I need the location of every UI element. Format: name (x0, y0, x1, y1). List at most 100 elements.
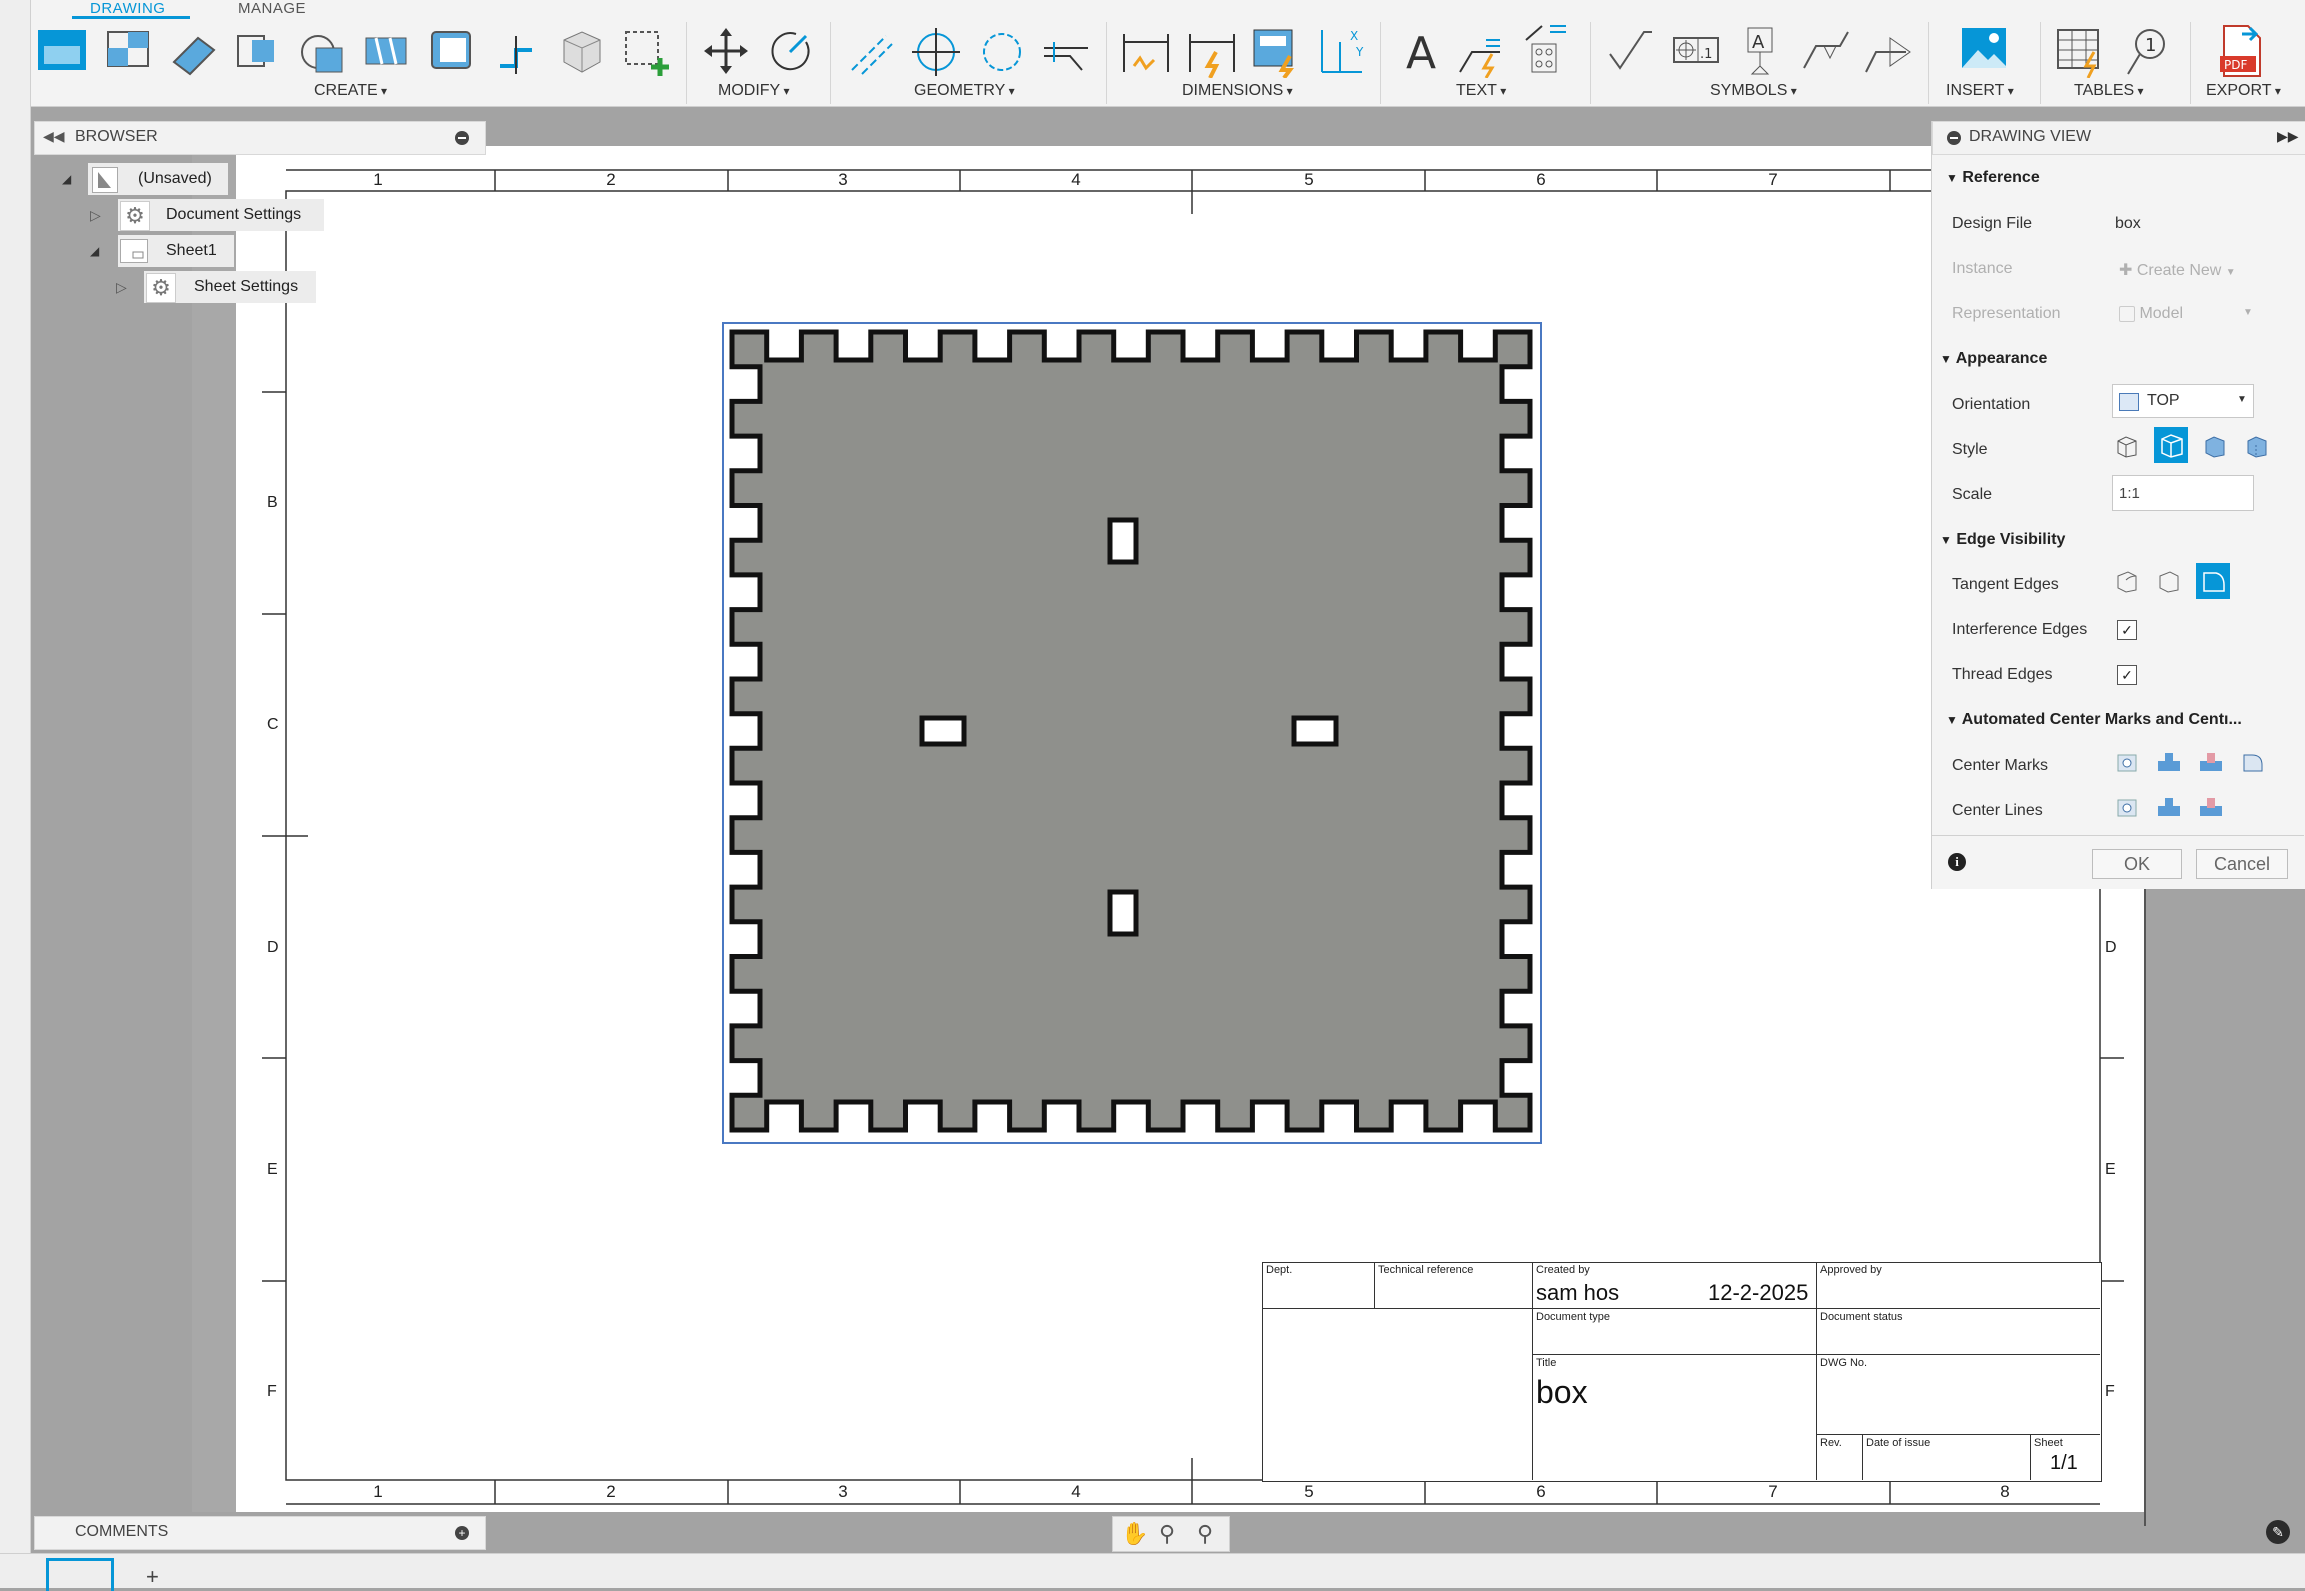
design-file-value: box (2115, 215, 2141, 232)
collapse-left-icon[interactable]: ◀◀ (43, 128, 65, 145)
drawing-view-title: DRAWING VIEW (1969, 128, 2092, 145)
expand-icon[interactable]: ◢ (90, 244, 99, 258)
ok-button[interactable]: OK (2092, 849, 2182, 879)
chevron-down-icon: ▼ (1940, 352, 1952, 366)
shaded-hidden-icon[interactable] (2242, 431, 2272, 461)
column-number: 3 (838, 1482, 848, 1501)
sheet-value: 1/1 (2050, 1452, 2078, 1474)
cancel-button[interactable]: Cancel (2196, 849, 2288, 879)
sheet-icon (120, 239, 148, 263)
center-mark-hole-icon[interactable] (2112, 747, 2142, 777)
doc-type-label: Document type (1536, 1311, 1610, 1323)
center-mark-cylinder-icon[interactable] (2154, 747, 2184, 777)
orientation-label: Orientation (1952, 396, 2031, 413)
doc-status-label: Document status (1820, 1311, 1903, 1323)
tangent-full-icon[interactable] (2196, 563, 2230, 599)
row-letter: E (267, 1161, 278, 1178)
date-of-issue-label: Date of issue (1866, 1437, 1931, 1449)
row-letter: C (267, 716, 279, 733)
box-panel-view[interactable] (722, 322, 1542, 1144)
section-title: Edge Visibility (1956, 531, 2066, 548)
panel-options-icon[interactable] (455, 131, 469, 145)
drawing-view-header[interactable]: DRAWING VIEW ▶▶ (1932, 121, 2305, 155)
center-mark-thread-icon[interactable] (2196, 747, 2226, 777)
add-comment-icon[interactable]: + (455, 1526, 469, 1540)
column-number: 5 (1304, 1482, 1314, 1501)
expand-right-icon[interactable]: ▶▶ (2277, 128, 2299, 145)
comments-title: COMMENTS (75, 1523, 169, 1540)
chevron-down-icon: ▼ (1940, 533, 1952, 547)
shaded-icon[interactable] (2200, 431, 2230, 461)
row-letter: B (267, 494, 278, 511)
tree-item-label: (Unsaved) (138, 170, 212, 187)
created-date: 12-2-2025 (1708, 1280, 1809, 1305)
created-by-label: Created by (1536, 1264, 1590, 1276)
section-edge-visibility[interactable]: ▼ Edge Visibility (1940, 531, 2065, 549)
zoom-window-icon[interactable]: ⚲ (1197, 1521, 1213, 1547)
zoom-icon[interactable]: ⚲ (1159, 1521, 1175, 1547)
section-title: Reference (1962, 169, 2040, 186)
document-icon (92, 167, 118, 193)
column-number: 7 (1768, 170, 1778, 189)
center-line-thread-icon[interactable] (2196, 792, 2226, 822)
title-block (1262, 1262, 2102, 1482)
visible-hidden-edges-icon[interactable] (2154, 427, 2188, 463)
model-icon (2119, 305, 2135, 322)
chevron-down-icon: ▼ (1946, 713, 1958, 727)
tangent-partial-icon[interactable] (2154, 566, 2184, 596)
column-number: 1 (373, 1482, 383, 1501)
pan-icon[interactable]: ✋ (1121, 1521, 1148, 1547)
expand-icon[interactable]: ◢ (62, 172, 71, 186)
title-block-line (1532, 1262, 1533, 1480)
title-block-line (1816, 1434, 2100, 1435)
created-by-value: sam hos (1536, 1280, 1620, 1305)
tree-item-sheet1[interactable]: Sheet1 (118, 235, 234, 267)
chevron-down-icon: ▼ (1946, 171, 1958, 185)
center-line-cylinder-icon[interactable] (2154, 792, 2184, 822)
slot-right (1291, 715, 1339, 747)
browser-panel-header[interactable]: ◀◀ BROWSER (34, 121, 486, 155)
gear-icon: ⚙ (120, 201, 150, 231)
slot-top (1107, 517, 1139, 565)
orientation-dropdown[interactable]: TOP ▼ (2112, 384, 2254, 418)
interference-edges-checkbox[interactable]: ✓ (2117, 620, 2137, 640)
expand-icon[interactable]: ▷ (90, 207, 101, 224)
tech-ref-label: Technical reference (1378, 1264, 1474, 1276)
section-reference[interactable]: ▼ Reference (1946, 169, 2040, 187)
info-icon[interactable]: i (1948, 853, 1966, 871)
section-appearance[interactable]: ▼ Appearance (1940, 350, 2047, 368)
scale-input[interactable]: 1:1 (2112, 475, 2254, 511)
visible-edges-icon[interactable] (2112, 431, 2142, 461)
panel-options-icon[interactable] (1947, 131, 1961, 145)
column-number: 1 (373, 170, 383, 189)
representation-dropdown[interactable]: Model ▼ (2119, 305, 2259, 323)
column-number: 4 (1071, 1482, 1081, 1501)
sheet-thumbnail[interactable] (46, 1558, 114, 1591)
instance-label: Instance (1952, 260, 2013, 277)
tree-item-document-settings[interactable]: ⚙ Document Settings (118, 199, 324, 231)
instance-dropdown[interactable]: ✚ Create New ▼ (2119, 260, 2236, 280)
title-value: box (1536, 1374, 1588, 1410)
center-mark-fillet-icon[interactable] (2238, 747, 2268, 777)
section-center-marks[interactable]: ▼ Automated Center Marks and Centı... (1946, 711, 2242, 729)
center-line-hole-icon[interactable] (2112, 792, 2142, 822)
design-file-label: Design File (1952, 215, 2033, 232)
plus-icon: ✚ (2119, 262, 2133, 279)
gear-icon: ⚙ (146, 273, 176, 303)
drawing-view-panel: DRAWING VIEW ▶▶ ▼ Reference Design File … (1931, 121, 2305, 889)
status-strip: + (0, 1553, 2305, 1591)
tangent-off-icon[interactable] (2112, 566, 2142, 596)
row-letter: E (2105, 1161, 2116, 1178)
expand-icon[interactable]: ▷ (116, 279, 127, 296)
sheet-label: Sheet (2034, 1437, 2063, 1449)
activity-icon[interactable]: ✎ (2266, 1520, 2290, 1544)
rev-label: Rev. (1820, 1437, 1842, 1449)
column-number: 7 (1768, 1482, 1778, 1501)
row-letter: D (267, 939, 279, 956)
add-sheet-icon[interactable]: + (146, 1564, 159, 1590)
comments-panel-header[interactable]: COMMENTS + (34, 1516, 486, 1550)
plate-outline (729, 329, 1533, 1133)
tree-item-root[interactable]: (Unsaved) (88, 163, 228, 195)
tree-item-sheet-settings[interactable]: ⚙ Sheet Settings (144, 271, 316, 303)
thread-edges-checkbox[interactable]: ✓ (2117, 665, 2137, 685)
